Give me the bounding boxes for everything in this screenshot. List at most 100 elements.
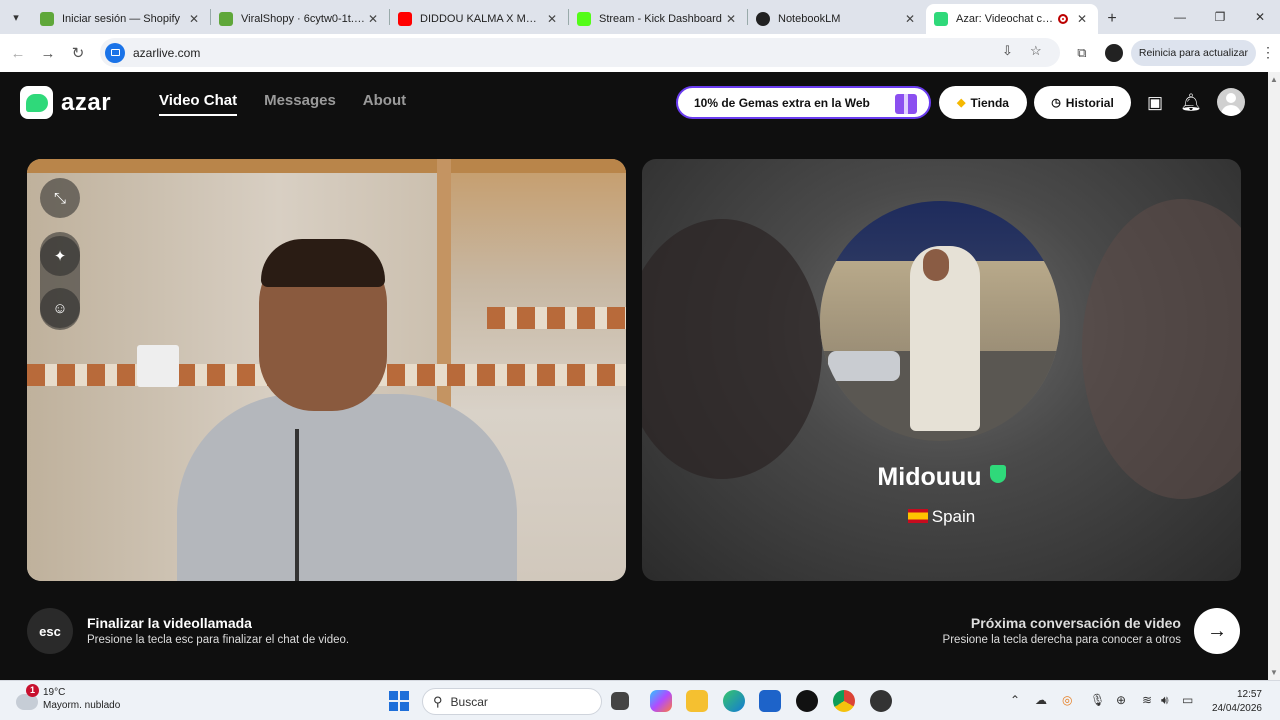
tab-search-menu-icon[interactable]: ▾ (0, 0, 32, 34)
tab-close-icon[interactable]: ✕ (365, 12, 381, 26)
task-view-icon[interactable] (611, 692, 629, 710)
browser-tab[interactable]: Iniciar sesión — Shopify ✕ (32, 4, 210, 34)
tiktok-icon[interactable] (796, 690, 818, 712)
weather-widget[interactable]: 1 19°C Mayorm. nublado (16, 684, 120, 712)
browser-tab[interactable]: DIDDOU KALMA X MORO... ✕ (390, 4, 568, 34)
volume-icon[interactable]: 🔊︎ (1161, 693, 1169, 708)
remote-video: Midouuu Spain (642, 159, 1241, 581)
copilot-icon[interactable] (650, 690, 672, 712)
microphone-icon[interactable]: 🎙︎ (1090, 693, 1105, 707)
azar-favicon-icon (934, 12, 948, 26)
bookmark-star-icon[interactable]: ☆ (1030, 43, 1042, 59)
wifi-icon[interactable]: ≋ (1142, 693, 1152, 707)
local-video (27, 159, 626, 581)
nav-about[interactable]: About (363, 92, 406, 116)
recording-indicator-icon (1058, 14, 1068, 24)
back-icon[interactable]: ← (3, 38, 33, 68)
tab-title: Azar: Videochat con ge (956, 13, 1058, 25)
nav-messages[interactable]: Messages (264, 92, 336, 116)
azar-logo[interactable]: azar (20, 86, 111, 119)
onedrive-icon[interactable]: ☁ (1035, 693, 1047, 707)
menu-kebab-icon[interactable]: ⋮ (1256, 44, 1280, 61)
location-icon[interactable]: ⊕ (1116, 693, 1126, 707)
notebooklm-favicon-icon (756, 12, 770, 26)
next-chat-description: Presione la tecla derecha para conocer a… (942, 634, 1181, 646)
logo-text: azar (61, 88, 112, 116)
tray-overflow-icon[interactable]: ⌃ (1010, 693, 1020, 707)
update-button[interactable]: Reinicia para actualizar (1130, 39, 1256, 66)
install-app-icon[interactable]: ⇩ (1002, 43, 1013, 59)
blurred-background (642, 219, 822, 479)
spain-flag-icon (907, 509, 928, 523)
browser-tab[interactable]: NotebookLM ✕ (748, 4, 926, 34)
tab-close-icon[interactable]: ✕ (1074, 12, 1090, 26)
minimize-video-icon[interactable]: ⤡ (40, 178, 80, 218)
magic-wand-icon[interactable]: ✦ (40, 236, 80, 276)
browser-tab[interactable]: Stream - Kick Dashboard ✕ (569, 4, 747, 34)
peer-name-row: Midouuu (642, 463, 1241, 492)
clock-icon: ◷ (1051, 97, 1061, 109)
edge-icon[interactable] (723, 690, 745, 712)
next-chat-title: Próxima conversación de video (970, 615, 1181, 631)
video-background (487, 307, 626, 329)
tab-close-icon[interactable]: ✕ (902, 12, 918, 26)
promo-label: 10% de Gemas extra en la Web (694, 95, 870, 110)
face-filter-icon[interactable]: ☺ (40, 288, 80, 328)
battery-icon[interactable]: ▭ (1182, 693, 1193, 707)
browser-tab[interactable]: ViralShopy · 6cytw0-1t.mys ✕ (211, 4, 389, 34)
peer-country: Spain (931, 507, 976, 526)
address-bar[interactable]: azarlive.com ⇩ ☆ (100, 38, 1060, 67)
close-window-icon[interactable]: ✕ (1240, 0, 1280, 34)
store-button[interactable]: ◆ Tienda (939, 86, 1027, 119)
system-clock[interactable]: 12:57 24/04/2026 (1212, 688, 1262, 716)
windows-start-icon[interactable] (389, 691, 409, 711)
end-call-button[interactable]: esc (27, 608, 73, 654)
tab-close-icon[interactable]: ✕ (186, 12, 202, 26)
toolbar-right: ⧉ Reinicia para actualizar ⋮ (1067, 38, 1280, 67)
user-avatar-icon[interactable] (1217, 88, 1245, 116)
tray-app-icon[interactable]: ◎ (1062, 693, 1072, 707)
history-button[interactable]: ◷ Historial (1034, 86, 1131, 119)
browser-tab-strip: ▾ Iniciar sesión — Shopify ✕ ViralShopy … (0, 0, 1280, 34)
store-app-icon[interactable] (759, 690, 781, 712)
nav-video-chat[interactable]: Video Chat (159, 92, 238, 116)
arrow-right-icon: → (1207, 619, 1227, 642)
forward-icon[interactable]: → (33, 38, 63, 68)
youtube-favicon-icon (398, 12, 412, 26)
profile-avatar[interactable] (1104, 43, 1123, 62)
tab-title: NotebookLM (778, 13, 841, 25)
video-background (137, 345, 179, 387)
end-call-title: Finalizar la videollamada (87, 615, 252, 631)
new-tab-button[interactable]: + (1098, 4, 1126, 34)
window-controls: — ❐ ✕ (1160, 0, 1280, 34)
chrome-icon[interactable] (833, 690, 855, 712)
url-text[interactable]: azarlive.com (133, 46, 200, 60)
minimize-icon[interactable]: — (1160, 0, 1200, 34)
tab-close-icon[interactable]: ✕ (723, 12, 739, 26)
site-camera-icon[interactable] (105, 42, 125, 63)
extensions-icon[interactable]: ⧉ (1067, 38, 1097, 67)
notification-bell-icon[interactable]: 🔔︎ (1179, 91, 1203, 115)
temperature: 19°C (43, 687, 66, 698)
browser-tab-active[interactable]: Azar: Videochat con ge ✕ (926, 4, 1098, 34)
page-scrollbar[interactable]: ▲ ▼ (1268, 72, 1280, 680)
reload-icon[interactable]: ↻ (63, 38, 93, 68)
file-explorer-icon[interactable] (686, 690, 708, 712)
inbox-icon[interactable]: ▣ (1143, 91, 1167, 115)
scroll-down-icon[interactable]: ▼ (1270, 668, 1278, 677)
gift-icon (895, 94, 917, 114)
taskbar-search[interactable]: ⚲ Buscar (422, 688, 602, 715)
app-with-badge-icon[interactable] (870, 690, 892, 712)
peer-name: Midouuu (877, 463, 982, 491)
tab-close-icon[interactable]: ✕ (544, 12, 560, 26)
weather-text: 19°C Mayorm. nublado (43, 686, 120, 712)
notification-badge: 1 (26, 684, 39, 697)
next-chat-button[interactable]: → (1194, 608, 1240, 654)
tab-title: Iniciar sesión — Shopify (62, 13, 180, 25)
restore-icon[interactable]: ❐ (1200, 0, 1240, 34)
peer-profile-photo (820, 201, 1060, 441)
search-placeholder: Buscar (450, 694, 488, 709)
scroll-up-icon[interactable]: ▲ (1270, 75, 1278, 84)
gems-promo-button[interactable]: 10% de Gemas extra en la Web (676, 86, 931, 119)
blurred-background (1082, 199, 1241, 499)
